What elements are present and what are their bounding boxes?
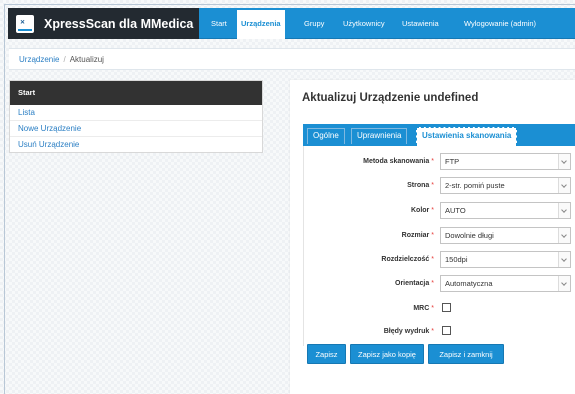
field-label: Rozdzielczość *	[381, 256, 434, 263]
required-mark: *	[431, 280, 434, 287]
page-title: Aktualizuj Urządzenie undefined	[302, 92, 479, 104]
field-rozmiar: Rozmiar * Dowolnie długi	[304, 227, 575, 244]
required-mark: *	[431, 182, 434, 189]
tab-bar: Ogólne Uprawnienia Ustawienia skanowania	[303, 124, 575, 146]
metoda-skanowania-select[interactable]: FTP	[440, 153, 571, 170]
nav-item-start[interactable]: Start	[207, 8, 231, 39]
field-label: Orientacja *	[395, 280, 434, 287]
field-strona: Strona * 2-str. pomiń puste	[304, 177, 575, 194]
breadcrumb-separator: /	[63, 55, 66, 64]
mrc-checkbox[interactable]	[442, 303, 451, 312]
required-mark: *	[431, 207, 434, 214]
field-label: MRC *	[413, 305, 434, 312]
field-kolor: Kolor * AUTO	[304, 202, 575, 219]
required-mark: *	[431, 256, 434, 263]
required-mark: *	[431, 158, 434, 165]
nav-item-uzytkownicy[interactable]: Użytkownicy	[339, 8, 389, 39]
tab-ustawienia-skanowania[interactable]: Ustawienia skanowania	[416, 127, 518, 146]
field-mrc: MRC *	[304, 300, 575, 317]
save-close-button[interactable]: Zapisz i zamknij	[428, 344, 504, 364]
required-mark: *	[431, 232, 434, 239]
bledy-wydruk-checkbox[interactable]	[442, 326, 451, 335]
chevron-down-icon	[558, 154, 570, 169]
field-bledy-wydruk: Błędy wydruk *	[304, 323, 575, 340]
chevron-down-icon	[558, 228, 570, 243]
field-label: Strona *	[407, 182, 434, 189]
chevron-down-icon	[558, 178, 570, 193]
sidebar-item-nowe-urzadzenie[interactable]: Nowe Urządzenie	[10, 121, 262, 137]
rozmiar-select[interactable]: Dowolnie długi	[440, 227, 571, 244]
field-rozdzielczosc: Rozdzielczość * 150dpi	[304, 251, 575, 268]
required-mark: *	[431, 328, 434, 335]
breadcrumb: Urządzenie / Aktualizuj	[9, 48, 575, 70]
chevron-down-icon	[558, 252, 570, 267]
chevron-down-icon	[558, 276, 570, 291]
top-navbar: ✕ XpressScan dla MMedica Start Urządzeni…	[8, 8, 575, 39]
field-metoda-skanowania: Metoda skanowania * FTP	[304, 153, 575, 170]
sidebar-item-lista[interactable]: Lista	[10, 105, 262, 121]
xpressscan-logo-icon: ✕	[16, 14, 34, 33]
field-orientacja: Orientacja * Automatyczna	[304, 275, 575, 292]
field-label: Błędy wydruk *	[383, 328, 434, 335]
sidebar-item-usun-urzadzenie[interactable]: Usuń Urządzenie	[10, 137, 262, 153]
save-button[interactable]: Zapisz	[307, 344, 346, 364]
orientacja-select[interactable]: Automatyczna	[440, 275, 571, 292]
field-label: Rozmiar *	[401, 232, 434, 239]
brand-name: XpressScan dla MMedica	[44, 16, 194, 31]
rozdzielczosc-select[interactable]: 150dpi	[440, 251, 571, 268]
save-copy-button[interactable]: Zapisz jako kopię	[350, 344, 424, 364]
brand[interactable]: ✕ XpressScan dla MMedica	[8, 8, 199, 39]
chevron-down-icon	[558, 203, 570, 218]
kolor-select[interactable]: AUTO	[440, 202, 571, 219]
required-mark: *	[431, 305, 434, 312]
breadcrumb-current: Aktualizuj	[69, 55, 104, 64]
sidebar-header: Start	[10, 81, 262, 105]
nav-item-wylogowanie[interactable]: Wylogowanie (admin)	[460, 8, 540, 39]
tab-ogolne[interactable]: Ogólne	[307, 128, 345, 144]
breadcrumb-parent[interactable]: Urządzenie	[19, 55, 59, 64]
nav-item-urzadzenia[interactable]: Urządzenia	[237, 8, 285, 39]
nav-item-ustawienia[interactable]: Ustawienia	[398, 8, 443, 39]
field-label: Metoda skanowania *	[363, 158, 434, 165]
nav-item-grupy[interactable]: Grupy	[300, 8, 328, 39]
field-label: Kolor *	[410, 207, 434, 214]
tab-uprawnienia[interactable]: Uprawnienia	[351, 128, 408, 144]
scan-settings-form: Metoda skanowania * FTP Strona * 2-str. po…	[303, 146, 575, 346]
edit-panel: Aktualizuj Urządzenie undefined Ogólne U…	[290, 80, 575, 394]
sidebar: Start Lista Nowe Urządzenie Usuń Urządze…	[9, 80, 263, 153]
strona-select[interactable]: 2-str. pomiń puste	[440, 177, 571, 194]
